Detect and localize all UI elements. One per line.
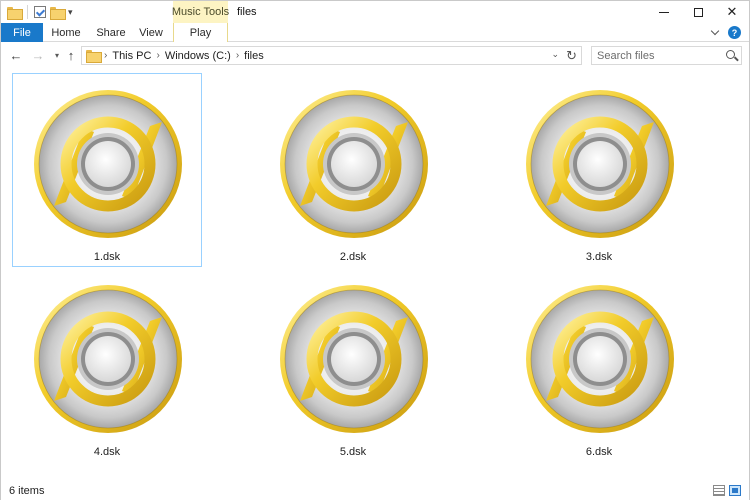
search-icon[interactable]	[726, 50, 735, 59]
arrow-up-icon: ↑	[67, 47, 75, 63]
up-button[interactable]: ↑	[63, 47, 79, 63]
breadcrumb-files[interactable]: files	[244, 50, 264, 62]
explorer-window: ▾ Music Tools files ✕ File Home Share Vi…	[0, 0, 750, 500]
chevron-right-icon[interactable]: ›	[156, 50, 159, 61]
address-bar[interactable]: › This PC › Windows (C:) › files ⌄ ↻	[81, 46, 582, 65]
file-name: 6.dsk	[585, 446, 613, 458]
disc-icon	[32, 283, 184, 435]
disc-icon	[524, 88, 676, 240]
status-bar: 6 items	[1, 482, 749, 500]
address-history-chevron-down-icon[interactable]: ⌄	[551, 49, 559, 60]
file-name: 2.dsk	[339, 251, 367, 263]
close-icon: ✕	[726, 4, 738, 19]
toolbar-divider	[27, 5, 28, 19]
disc-icon	[278, 88, 430, 240]
customize-toolbar-chevron-icon[interactable]: ▾	[68, 7, 73, 18]
file-item[interactable]: 5.dsk	[258, 268, 448, 462]
chevron-right-icon[interactable]: ›	[236, 50, 239, 61]
quick-access-toolbar: ▾	[7, 5, 73, 20]
tab-file[interactable]: File	[1, 23, 43, 42]
tab-share[interactable]: Share	[93, 23, 129, 42]
properties-icon[interactable]	[34, 6, 46, 18]
maximize-button[interactable]	[681, 1, 715, 23]
folder-icon	[7, 6, 23, 20]
minimize-button[interactable]	[647, 1, 681, 23]
file-item[interactable]: 1.dsk	[12, 73, 202, 267]
disc-icon	[524, 283, 676, 435]
chevron-right-icon[interactable]: ›	[104, 50, 107, 61]
details-view-icon[interactable]	[713, 485, 725, 496]
forward-button[interactable]: →	[30, 47, 46, 63]
large-icons-view-icon[interactable]	[729, 485, 741, 496]
title-bar: ▾ Music Tools files ✕	[1, 1, 749, 23]
disc-icon	[278, 283, 430, 435]
music-tools-contextual-tab: Music Tools	[172, 1, 229, 23]
ribbon-tabs: File Home Share View Play ?	[1, 23, 749, 42]
expand-ribbon-chevron-down-icon[interactable]	[710, 26, 720, 36]
minimize-icon	[659, 11, 669, 13]
file-item[interactable]: 2.dsk	[258, 73, 448, 267]
navigation-bar: ← → ▾ ↑ › This PC › Windows (C:) › files…	[1, 43, 749, 67]
arrow-left-icon: ←	[9, 47, 23, 63]
file-name: 3.dsk	[585, 251, 613, 263]
window-title: files	[237, 6, 257, 18]
breadcrumb-this-pc[interactable]: This PC	[112, 50, 151, 62]
ribbon-options: ?	[710, 26, 741, 39]
tab-view[interactable]: View	[135, 23, 167, 42]
file-item[interactable]: 4.dsk	[12, 268, 202, 462]
arrow-right-icon: →	[31, 47, 45, 63]
help-icon[interactable]: ?	[728, 26, 741, 39]
folder-icon	[86, 50, 102, 63]
search-box[interactable]	[591, 46, 742, 65]
view-buttons	[713, 485, 741, 496]
file-list: 1.dsk 2.dsk 3.dsk 4.dsk 5.dsk 6.dsk	[1, 68, 749, 482]
tab-play[interactable]: Play	[173, 23, 228, 42]
file-name: 5.dsk	[339, 446, 367, 458]
search-input[interactable]	[597, 49, 717, 62]
file-name: 1.dsk	[93, 251, 121, 263]
file-item[interactable]: 6.dsk	[504, 268, 694, 462]
item-count: 6 items	[9, 485, 45, 497]
file-name: 4.dsk	[93, 446, 121, 458]
back-button[interactable]: ←	[8, 47, 24, 63]
close-button[interactable]: ✕	[715, 1, 749, 23]
breadcrumb-windows-c[interactable]: Windows (C:)	[165, 50, 231, 62]
maximize-icon	[693, 7, 703, 17]
tab-home[interactable]: Home	[47, 23, 85, 42]
refresh-icon[interactable]: ↻	[566, 48, 577, 64]
new-folder-icon[interactable]	[50, 6, 66, 20]
file-item[interactable]: 3.dsk	[504, 73, 694, 267]
chevron-down-icon: ▾	[54, 50, 59, 60]
window-controls: ✕	[647, 1, 749, 23]
disc-icon	[32, 88, 184, 240]
